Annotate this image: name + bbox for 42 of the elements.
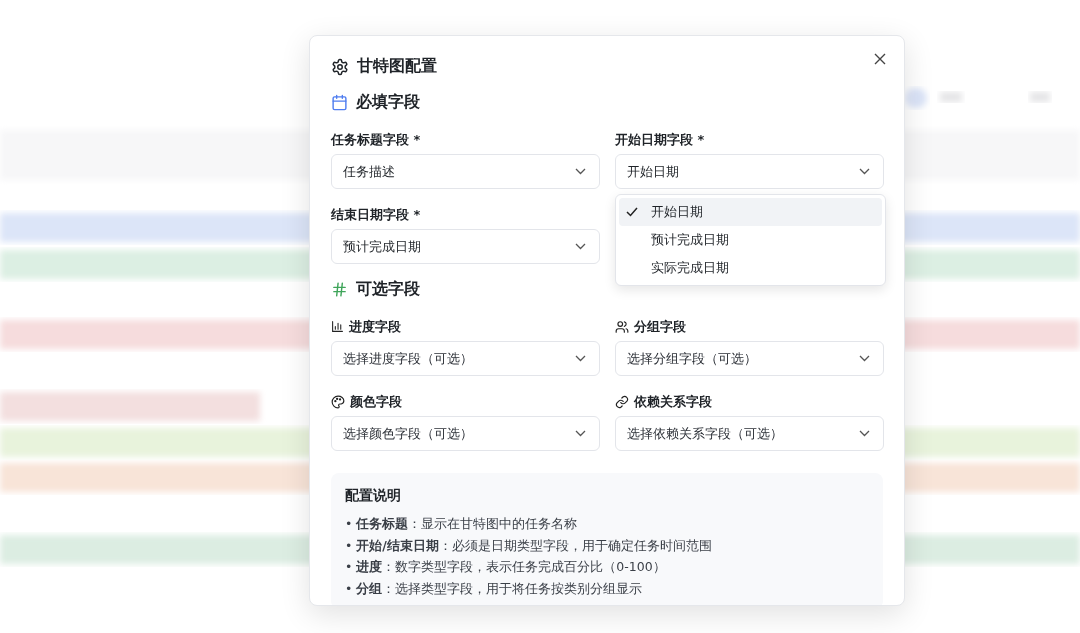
blurred-shape [905,88,927,108]
section-title: 可选字段 [356,279,420,300]
check-icon [626,207,638,217]
dropdown-option[interactable]: 预计完成日期 [619,226,882,254]
field-label: 进度字段 [349,317,401,336]
select-field[interactable]: 选择分组字段（可选） [615,341,884,376]
field-label: 依赖关系字段 [634,392,712,411]
field-label: 颜色字段 [350,392,402,411]
settings-icon [331,57,349,76]
info-item: • 任务标题：显示在甘特图中的任务名称 [345,515,579,533]
info-item: • 开始/结束日期：必须是日期类型字段，用于确定任务时间范围 [345,536,713,555]
select-field[interactable]: 选择依赖关系字段（可选） [615,416,884,451]
field-label: 开始日期字段 * [615,130,705,149]
chevron-down-icon [859,168,870,175]
link-icon [615,394,629,409]
info-item: • 进度：数字类型字段，表示任务完成百分比（0-100） [345,558,667,576]
chevron-down-icon [575,430,586,437]
select-field[interactable]: 选择颜色字段（可选） [331,416,600,451]
section-title: 必填字段 [356,92,420,113]
chevron-down-icon [859,355,870,362]
select-field[interactable]: 预计完成日期 [331,229,600,264]
dialog-title: 甘特图配置 [357,56,437,77]
chevron-down-icon [575,168,586,175]
close-button[interactable] [872,51,888,67]
dropdown-option[interactable]: 实际完成日期 [619,254,882,282]
field-label: 结束日期字段 * [331,205,421,224]
select-field[interactable]: 开始日期 [615,154,884,189]
select-field[interactable]: 任务描述 [331,154,600,189]
users-icon [615,319,629,334]
info-item: • 分组：选择类型字段，用于将任务按类别分组显示 [345,579,644,598]
chevron-down-icon [575,243,586,250]
info-title: 配置说明 [345,487,402,505]
hash-icon [331,281,348,298]
select-field[interactable]: 选择进度字段（可选） [331,341,600,376]
bar-chart-icon [331,320,344,333]
field-label: 任务标题字段 * [331,130,421,149]
chevron-down-icon [575,355,586,362]
palette-icon [331,394,345,409]
chevron-down-icon [859,430,870,437]
calendar-icon [331,94,348,111]
dropdown-option[interactable]: 开始日期 [619,198,882,226]
field-label: 分组字段 [634,317,686,336]
